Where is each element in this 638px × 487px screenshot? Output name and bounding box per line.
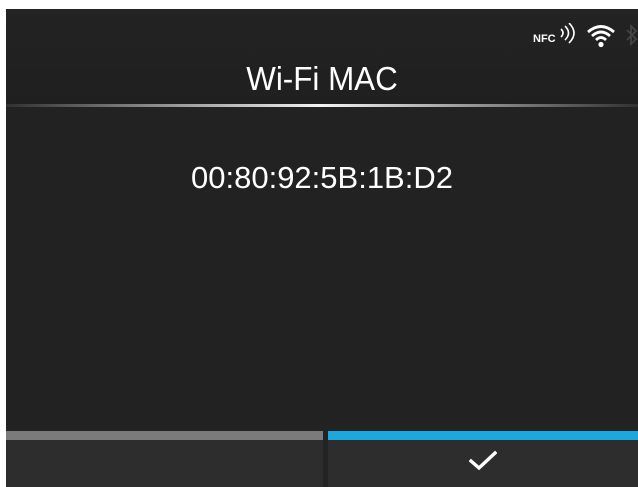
- header: NFC Wi-Fi MAC: [6, 9, 638, 108]
- bluetooth-icon: [626, 23, 638, 49]
- soft-key-bar: [6, 431, 638, 487]
- check-icon: [468, 450, 498, 477]
- nfc-icon: NFC: [532, 23, 576, 49]
- confirm-button-accent: [328, 431, 638, 440]
- status-bar: NFC: [532, 23, 638, 49]
- main-content: 00:80:92:5B:1B:D2: [6, 107, 638, 425]
- soft-key-left[interactable]: [6, 431, 323, 487]
- svg-text:NFC: NFC: [533, 33, 556, 45]
- soft-key-left-accent: [6, 431, 323, 440]
- mac-address-value: 00:80:92:5B:1B:D2: [191, 160, 453, 195]
- confirm-button[interactable]: [328, 431, 638, 487]
- wifi-icon: [586, 23, 616, 49]
- printer-display: NFC Wi-Fi MAC 00:80:92:5B:1B:D2: [6, 9, 638, 487]
- page-title: Wi-Fi MAC: [246, 60, 398, 97]
